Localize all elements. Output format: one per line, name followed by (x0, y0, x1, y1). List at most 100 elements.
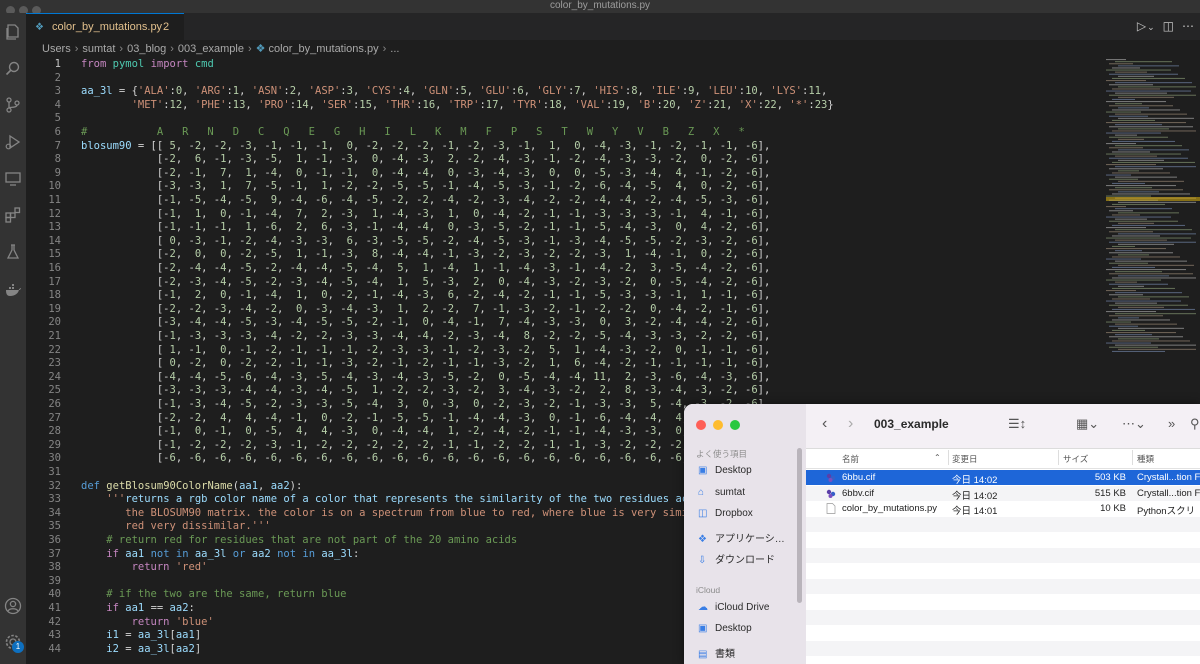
sidebar-item[interactable]: ▣ Desktop (698, 465, 752, 476)
source-control-icon[interactable] (4, 96, 22, 114)
file-row[interactable]: color_by_mutations.py 今日 14:01 10 KB Python… (806, 501, 1200, 517)
empty-row (806, 547, 1200, 563)
finder-close-button[interactable] (696, 420, 706, 430)
breadcrumb-03-blog[interactable]: 03_blog (127, 43, 166, 55)
column-size[interactable]: サイズ (1063, 453, 1088, 465)
file-kind: Crystall...tion F (1137, 487, 1200, 499)
sidebar-item[interactable]: ☁ iCloud Drive (698, 602, 769, 613)
column-name[interactable]: 名前 (842, 453, 859, 465)
split-editor-icon[interactable]: ◫ (1163, 19, 1174, 33)
line-number: 28 (48, 425, 61, 438)
line-number: 11 (48, 194, 61, 206)
more-options-icon[interactable]: ⋯⌄ (1122, 416, 1146, 432)
testing-icon[interactable] (4, 243, 22, 261)
column-kind[interactable]: 種類 (1137, 453, 1154, 465)
breadcrumb-users[interactable]: Users (42, 43, 71, 55)
code-line: # A R N D C Q E G H I L K M F P S T W Y … (81, 126, 745, 138)
code-line: [-2, -3, -4, -5, -2, -3, -4, -5, -4, 1, … (81, 275, 771, 288)
line-number: 7 (54, 139, 61, 152)
file-size: 10 KB (1100, 503, 1126, 514)
sidebar-item[interactable]: ▣ Desktop (698, 623, 752, 634)
code-line: [-1, 0, -1, 0, -5, 4, 4, -3, 0, -4, -4, … (81, 425, 770, 438)
line-number: 2 (54, 71, 61, 84)
breadcrumb-file[interactable]: color_by_mutations.py (269, 43, 379, 55)
code-line: [ 1, -1, 0, -1, -2, -1, -1, -1, -2, -3, … (81, 343, 771, 356)
folder-icon: ◫ (698, 508, 708, 519)
files-icon[interactable] (4, 23, 22, 41)
file-list-header: 名前 ⌃ 変更日 サイズ 種類 (806, 448, 1200, 469)
code-line: [-2, -1, 7, 1, -4, 0, -1, -1, 0, -4, -4,… (81, 166, 771, 179)
sidebar-section-title: iCloud (696, 584, 721, 595)
empty-row (806, 594, 1200, 609)
code-line: [-2, -2, 4, 4, -4, -1, 0, -2, -1, -5, -5… (81, 411, 770, 424)
run-python-file-icon[interactable]: ▷ (1137, 19, 1146, 33)
search-icon[interactable] (4, 60, 22, 78)
code-line: blosum90 = [[ 5, -2, -2, -3, -1, -1, -1,… (81, 139, 771, 152)
column-date[interactable]: 変更日 (952, 453, 978, 465)
activity-bar: 1 (0, 13, 26, 664)
back-icon[interactable]: ‹ (822, 415, 827, 433)
forward-icon[interactable]: › (848, 415, 853, 433)
editor-actions: ▷⌄ ◫ ⋯ (1129, 19, 1194, 33)
code-line: # return red for residues that are not p… (81, 534, 518, 546)
home-icon: ⌂ (698, 486, 705, 498)
breadcrumb-symbol[interactable]: ... (390, 43, 399, 55)
line-number: 44 (48, 642, 61, 655)
finder-zoom-button[interactable] (730, 420, 740, 430)
sidebar-item[interactable]: ▤ 書類 (698, 645, 735, 660)
sidebar-item[interactable]: ⌂ sumtat (698, 487, 745, 498)
line-number: 27 (48, 411, 61, 424)
code-line: [-1, -1, -1, 1, -6, 2, 6, -3, -1, -4, -4… (81, 221, 771, 234)
file-row[interactable]: 6bbu.cif 今日 14:02 503 KB Crystall...tion F (806, 470, 1200, 486)
line-number: 3 (54, 85, 61, 98)
code-line: i1 = aa_3l[aa1] (106, 629, 202, 642)
sort-chevron-icon[interactable]: ⌃ (934, 453, 941, 462)
remote-explorer-icon[interactable] (4, 170, 22, 188)
line-number: 21 (48, 330, 61, 342)
expand-toolbar-icon[interactable]: » (1168, 416, 1175, 431)
empty-row (806, 516, 1200, 532)
line-number: 35 (48, 520, 61, 533)
more-actions-icon[interactable]: ⋯ (1182, 19, 1194, 33)
sidebar-item[interactable]: ⇩ ダウンロード (698, 551, 775, 566)
code-line: from pymol import cmd (81, 58, 214, 70)
breadcrumb-sumtat[interactable]: sumtat (82, 43, 115, 55)
code-line: [-2, -4, -4, -5, -2, -4, -4, -5, -4, 5, … (81, 262, 771, 274)
line-number: 8 (54, 153, 61, 166)
minimap[interactable] (1106, 57, 1200, 357)
line-number: 15 (48, 248, 61, 261)
line-number: 42 (48, 615, 61, 628)
code-line: [-1, -5, -4, -5, 9, -4, -6, -4, -5, -2, … (81, 194, 771, 206)
breadcrumb-003-example[interactable]: 003_example (178, 43, 244, 55)
code-line: return 'red' (131, 561, 208, 574)
sidebar-scrollbar[interactable] (797, 448, 802, 603)
line-number: 32 (48, 479, 61, 492)
list-view-icon[interactable]: ☰↕ (1008, 416, 1026, 432)
run-dropdown-icon[interactable]: ⌄ (1147, 22, 1155, 32)
account-icon[interactable] (4, 597, 22, 615)
code-line: red very dissimilar.''' (81, 520, 271, 533)
sidebar-item[interactable]: ◫ Dropbox (698, 508, 753, 519)
breadcrumb: Users › sumtat › 03_blog › 003_example › ❖ color_… (42, 43, 400, 55)
line-number: 6 (54, 126, 61, 138)
finder-search-icon[interactable]: ⚲ (1190, 416, 1200, 432)
docker-icon[interactable] (4, 281, 22, 299)
sidebar-section-title: よく使う項目 (696, 449, 748, 459)
run-debug-icon[interactable] (4, 133, 22, 151)
file-row[interactable]: 6bbv.cif 今日 14:02 515 KB Crystall...tion F (806, 485, 1200, 502)
cif-file-icon (826, 489, 836, 498)
extensions-icon[interactable] (4, 206, 22, 224)
sidebar-item-label: Dropbox (715, 508, 753, 519)
code-line: [-1, 2, 0, -1, -4, 1, 0, -2, -1, -4, -3,… (81, 289, 771, 302)
file-size: 515 KB (1094, 487, 1126, 499)
line-number: 12 (48, 207, 61, 220)
tab-color-by-mutations[interactable]: ❖ color_by_mutations.py 2 (26, 13, 184, 40)
group-icon[interactable]: ▦⌄ (1076, 416, 1099, 432)
problems-count: 2 (163, 21, 170, 33)
sidebar-item[interactable]: ❖ アプリケーシ… (698, 530, 785, 545)
window-title: color_by_mutations.py (549, 0, 651, 11)
finder-minimize-button[interactable] (713, 420, 723, 430)
empty-row (806, 640, 1200, 656)
empty-row (806, 532, 1200, 547)
sidebar-item-label: iCloud Drive (715, 601, 770, 613)
